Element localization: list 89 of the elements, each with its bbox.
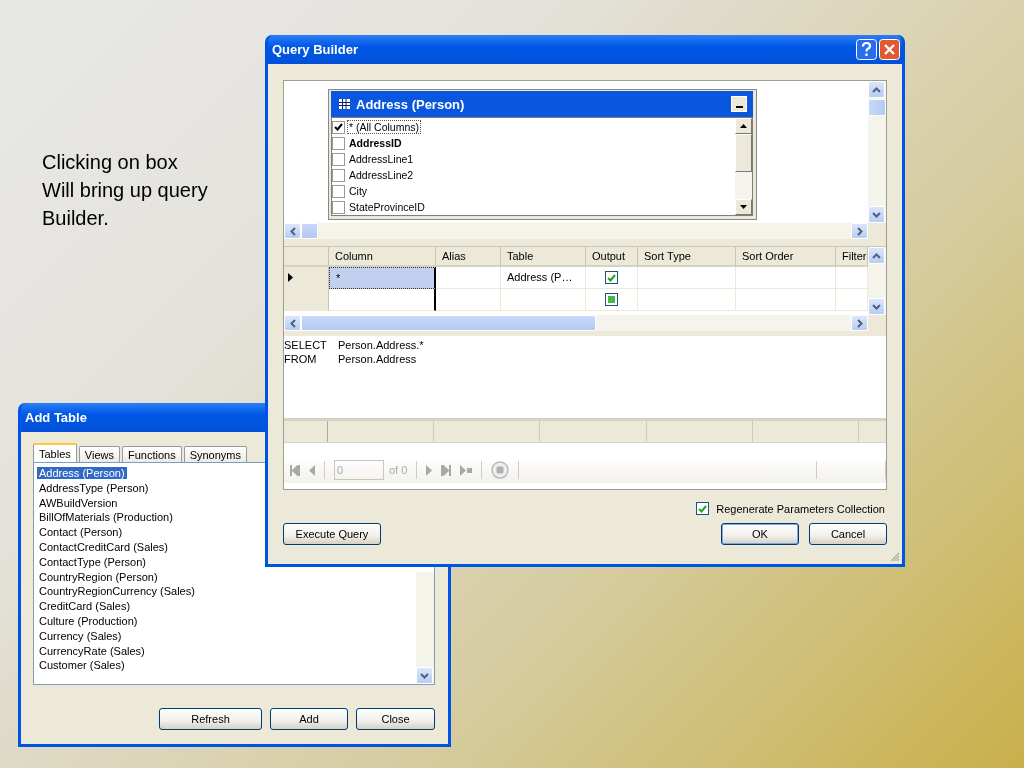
checkbox[interactable] bbox=[332, 200, 345, 214]
sql-keyword: SELECT bbox=[284, 338, 328, 352]
column-name: AddressLine2 bbox=[348, 168, 415, 182]
list-item[interactable]: CurrencyRate (Sales) bbox=[37, 644, 147, 657]
scroll-down-icon[interactable] bbox=[740, 205, 747, 209]
help-icon[interactable] bbox=[856, 39, 877, 60]
column-name: * (All Columns) bbox=[347, 120, 421, 134]
row-pointer-icon bbox=[288, 273, 293, 282]
list-item[interactable]: AWBuildVersion bbox=[37, 496, 120, 509]
list-item[interactable]: CreditCard (Sales) bbox=[37, 600, 133, 613]
new-record-icon[interactable] bbox=[460, 464, 473, 476]
scroll-up-icon[interactable] bbox=[740, 124, 747, 128]
table-cell[interactable]: Address (P… bbox=[501, 267, 586, 289]
table-cell[interactable] bbox=[329, 289, 436, 311]
list-item[interactable]: ContactCreditCard (Sales) bbox=[37, 541, 170, 553]
dialog-button[interactable]: Close bbox=[356, 708, 435, 730]
row-header[interactable] bbox=[284, 267, 329, 289]
list-item[interactable]: AddressType (Person) bbox=[37, 481, 151, 494]
checkbox[interactable] bbox=[696, 502, 710, 515]
execute-query-button[interactable]: Execute Query bbox=[283, 523, 381, 545]
scroll-thumb[interactable] bbox=[301, 315, 596, 331]
scroll-right-icon[interactable] bbox=[856, 226, 863, 236]
checkbox[interactable] bbox=[332, 136, 345, 150]
vertical-scrollbar[interactable] bbox=[416, 572, 434, 684]
output-checkbox[interactable] bbox=[605, 271, 618, 284]
slide-caption: Clicking on box Will bring up query Builder. bbox=[42, 150, 208, 231]
tab[interactable]: Tables bbox=[33, 443, 77, 462]
horizontal-scrollbar[interactable] bbox=[284, 315, 868, 331]
table-cell[interactable]: * bbox=[329, 267, 436, 289]
tab[interactable]: Views bbox=[78, 446, 120, 462]
resize-grip-icon[interactable] bbox=[890, 552, 900, 562]
vertical-scrollbar[interactable] bbox=[735, 118, 752, 215]
list-item[interactable]: Culture (Production) bbox=[37, 614, 140, 627]
dialog-button[interactable]: Refresh bbox=[159, 708, 262, 730]
list-item[interactable]: Customer (Sales) bbox=[37, 659, 127, 672]
last-record-icon[interactable] bbox=[441, 464, 452, 476]
window-title: Add Table bbox=[25, 410, 88, 425]
dialog-button[interactable]: Cancel bbox=[809, 523, 887, 545]
checkbox-label[interactable]: Regenerate Parameters Collection bbox=[716, 502, 885, 515]
tab[interactable]: Synonyms bbox=[183, 446, 247, 462]
list-item[interactable]: CountryRegion (Person) bbox=[37, 570, 160, 583]
table-box[interactable]: Address (Person) * (All Columns) AddressID AddressLine1 AddressLine2 City StateProvinceID bbox=[328, 89, 757, 220]
horizontal-scrollbar[interactable] bbox=[284, 223, 868, 239]
sql-pane[interactable]: SELECT Person.Address.* FROM Person.Address bbox=[284, 336, 886, 421]
list-item[interactable]: ContactType (Person) bbox=[37, 555, 148, 568]
dialog-button[interactable]: OK bbox=[721, 523, 799, 545]
scroll-thumb[interactable] bbox=[735, 134, 752, 172]
checkbox[interactable] bbox=[332, 184, 345, 198]
first-record-icon[interactable] bbox=[290, 464, 300, 476]
checkbox[interactable] bbox=[332, 168, 345, 182]
checkbox[interactable] bbox=[332, 152, 345, 166]
column-header[interactable]: Table bbox=[501, 247, 586, 267]
column-name: City bbox=[348, 184, 369, 198]
checkbox[interactable] bbox=[332, 120, 345, 134]
column-name: AddressID bbox=[348, 136, 403, 150]
next-record-icon[interactable] bbox=[426, 464, 433, 476]
output-checkbox[interactable] bbox=[605, 293, 618, 306]
list-item[interactable]: BillOfMaterials (Production) bbox=[37, 511, 175, 524]
column-header[interactable]: Sort Order bbox=[736, 247, 836, 267]
scroll-right-icon[interactable] bbox=[856, 318, 863, 328]
tab[interactable]: Functions bbox=[121, 446, 182, 462]
sql-expression: Person.Address bbox=[338, 352, 417, 366]
column-name: AddressLine1 bbox=[348, 152, 415, 166]
column-header[interactable]: Output bbox=[586, 247, 638, 267]
minimize-button[interactable] bbox=[731, 96, 747, 112]
list-item[interactable]: Contact (Person) bbox=[37, 526, 125, 539]
close-icon[interactable] bbox=[879, 39, 900, 60]
scroll-left-icon[interactable] bbox=[289, 226, 296, 236]
list-item[interactable]: Currency (Sales) bbox=[37, 629, 124, 642]
column-header[interactable]: Alias bbox=[436, 247, 501, 267]
sql-expression: Person.Address.* bbox=[338, 338, 424, 352]
column-header[interactable]: Column bbox=[329, 247, 436, 267]
list-item[interactable]: CountryRegionCurrency (Sales) bbox=[37, 585, 197, 598]
list-item[interactable]: Address (Person) bbox=[37, 467, 127, 479]
stop-icon[interactable] bbox=[491, 461, 510, 479]
scroll-thumb[interactable] bbox=[301, 223, 318, 239]
scroll-left-icon[interactable] bbox=[289, 318, 296, 328]
column-header[interactable]: Filter bbox=[836, 247, 868, 267]
window-title: Query Builder bbox=[272, 42, 359, 57]
vertical-scrollbar[interactable] bbox=[868, 81, 886, 223]
dialog-button[interactable]: Add bbox=[270, 708, 348, 730]
column-header[interactable]: Sort Type bbox=[638, 247, 736, 267]
previous-record-icon[interactable] bbox=[309, 464, 315, 476]
table-icon bbox=[339, 99, 350, 109]
scroll-thumb[interactable] bbox=[868, 99, 886, 116]
record-count: of 0 bbox=[389, 464, 408, 476]
table-title: Address (Person) bbox=[356, 96, 466, 112]
column-name: StateProvinceID bbox=[348, 200, 426, 214]
sql-keyword: FROM bbox=[284, 352, 318, 366]
